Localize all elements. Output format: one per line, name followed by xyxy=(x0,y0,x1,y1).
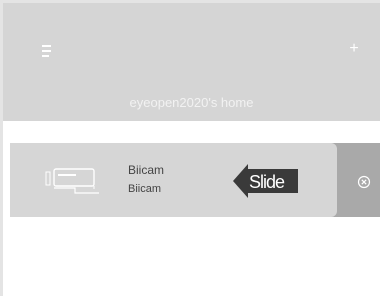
slide-hint-label: Slide xyxy=(249,172,285,192)
home-title: eyeopen2020's home xyxy=(129,95,254,110)
menu-icon[interactable] xyxy=(42,45,56,57)
device-name: Biicam xyxy=(128,163,165,177)
camera-icon xyxy=(45,167,101,195)
slide-hint-arrow: Slide xyxy=(232,162,300,200)
device-row[interactable]: Biicam Biicam Slide xyxy=(10,143,337,217)
plus-icon[interactable]: + xyxy=(346,41,362,57)
app-header: + eyeopen2020's home xyxy=(3,3,380,121)
delete-icon[interactable] xyxy=(357,175,371,189)
device-model: Biicam xyxy=(128,183,162,195)
